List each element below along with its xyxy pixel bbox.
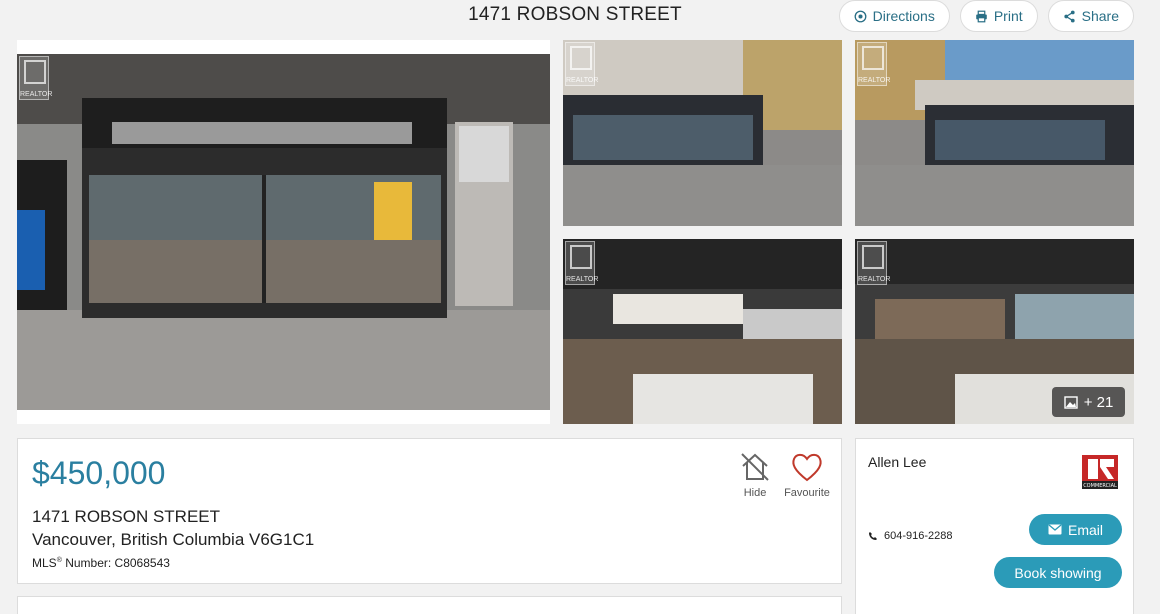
envelope-icon <box>1048 524 1062 535</box>
address-street: 1471 ROBSON STREET <box>32 507 221 526</box>
printer-icon <box>976 10 987 22</box>
print-button[interactable]: Print <box>959 0 1038 32</box>
watermark-logo: REALTOR <box>565 42 598 86</box>
hide-label: Hide <box>743 487 767 499</box>
svg-text:COMMERCIAL: COMMERCIAL <box>1083 483 1117 489</box>
more-photos-count: + 21 <box>1083 393 1114 411</box>
main-photo[interactable]: REALTOR <box>17 40 550 424</box>
mls-number: MLS® Number: C8068543 <box>32 556 170 570</box>
share-button[interactable]: Share <box>1047 0 1134 32</box>
book-showing-label: Book showing <box>1014 564 1102 581</box>
phone-icon <box>869 532 877 540</box>
book-showing-button[interactable]: Book showing <box>994 557 1122 588</box>
directions-button[interactable]: Directions <box>838 0 950 32</box>
address-city: Vancouver, British Columbia V6G1C1 <box>32 530 315 549</box>
more-photos-button[interactable]: + 21 <box>1052 387 1125 417</box>
watermark-logo: REALTOR <box>857 42 890 86</box>
details-tab-bar <box>17 596 842 614</box>
watermark-logo: REALTOR <box>857 241 890 285</box>
share-icon <box>1064 10 1075 22</box>
agent-phone[interactable]: 604-916-2288 <box>868 530 953 542</box>
agent-name: Allen Lee <box>868 454 927 470</box>
header-actions: Directions Print Share <box>838 0 1134 32</box>
hide-house-icon <box>741 453 769 481</box>
image-icon <box>1063 395 1078 409</box>
agent-card: Allen Lee COMMERCIAL 604-916-2288 Email … <box>855 438 1134 614</box>
favourite-button[interactable]: Favourite <box>777 451 837 499</box>
heart-icon <box>792 453 822 482</box>
listing-price: $450,000 <box>32 455 166 491</box>
phone-number: 604-916-2288 <box>884 530 953 542</box>
print-label: Print <box>993 8 1023 24</box>
directions-label: Directions <box>872 8 935 24</box>
watermark-logo: REALTOR <box>19 56 52 100</box>
compass-icon <box>854 10 867 22</box>
email-label: Email <box>1067 521 1103 538</box>
email-button[interactable]: Email <box>1029 514 1122 545</box>
watermark-logo: REALTOR <box>565 241 598 285</box>
hide-button[interactable]: Hide <box>725 451 785 499</box>
photo-thumbnail-1[interactable]: REALTOR <box>563 40 842 226</box>
share-label: Share <box>1081 8 1119 24</box>
photo-thumbnail-3[interactable]: REALTOR <box>563 239 842 424</box>
listing-page: 1471 ROBSON STREET Directions Print Shar… <box>0 0 1160 614</box>
listing-summary-card: $450,000 1471 ROBSON STREET Vancouver, B… <box>17 438 842 584</box>
photo-thumbnail-2[interactable]: REALTOR <box>855 40 1134 226</box>
brokerage-logo: COMMERCIAL <box>1080 453 1120 491</box>
favourite-label: Favourite <box>784 487 830 499</box>
